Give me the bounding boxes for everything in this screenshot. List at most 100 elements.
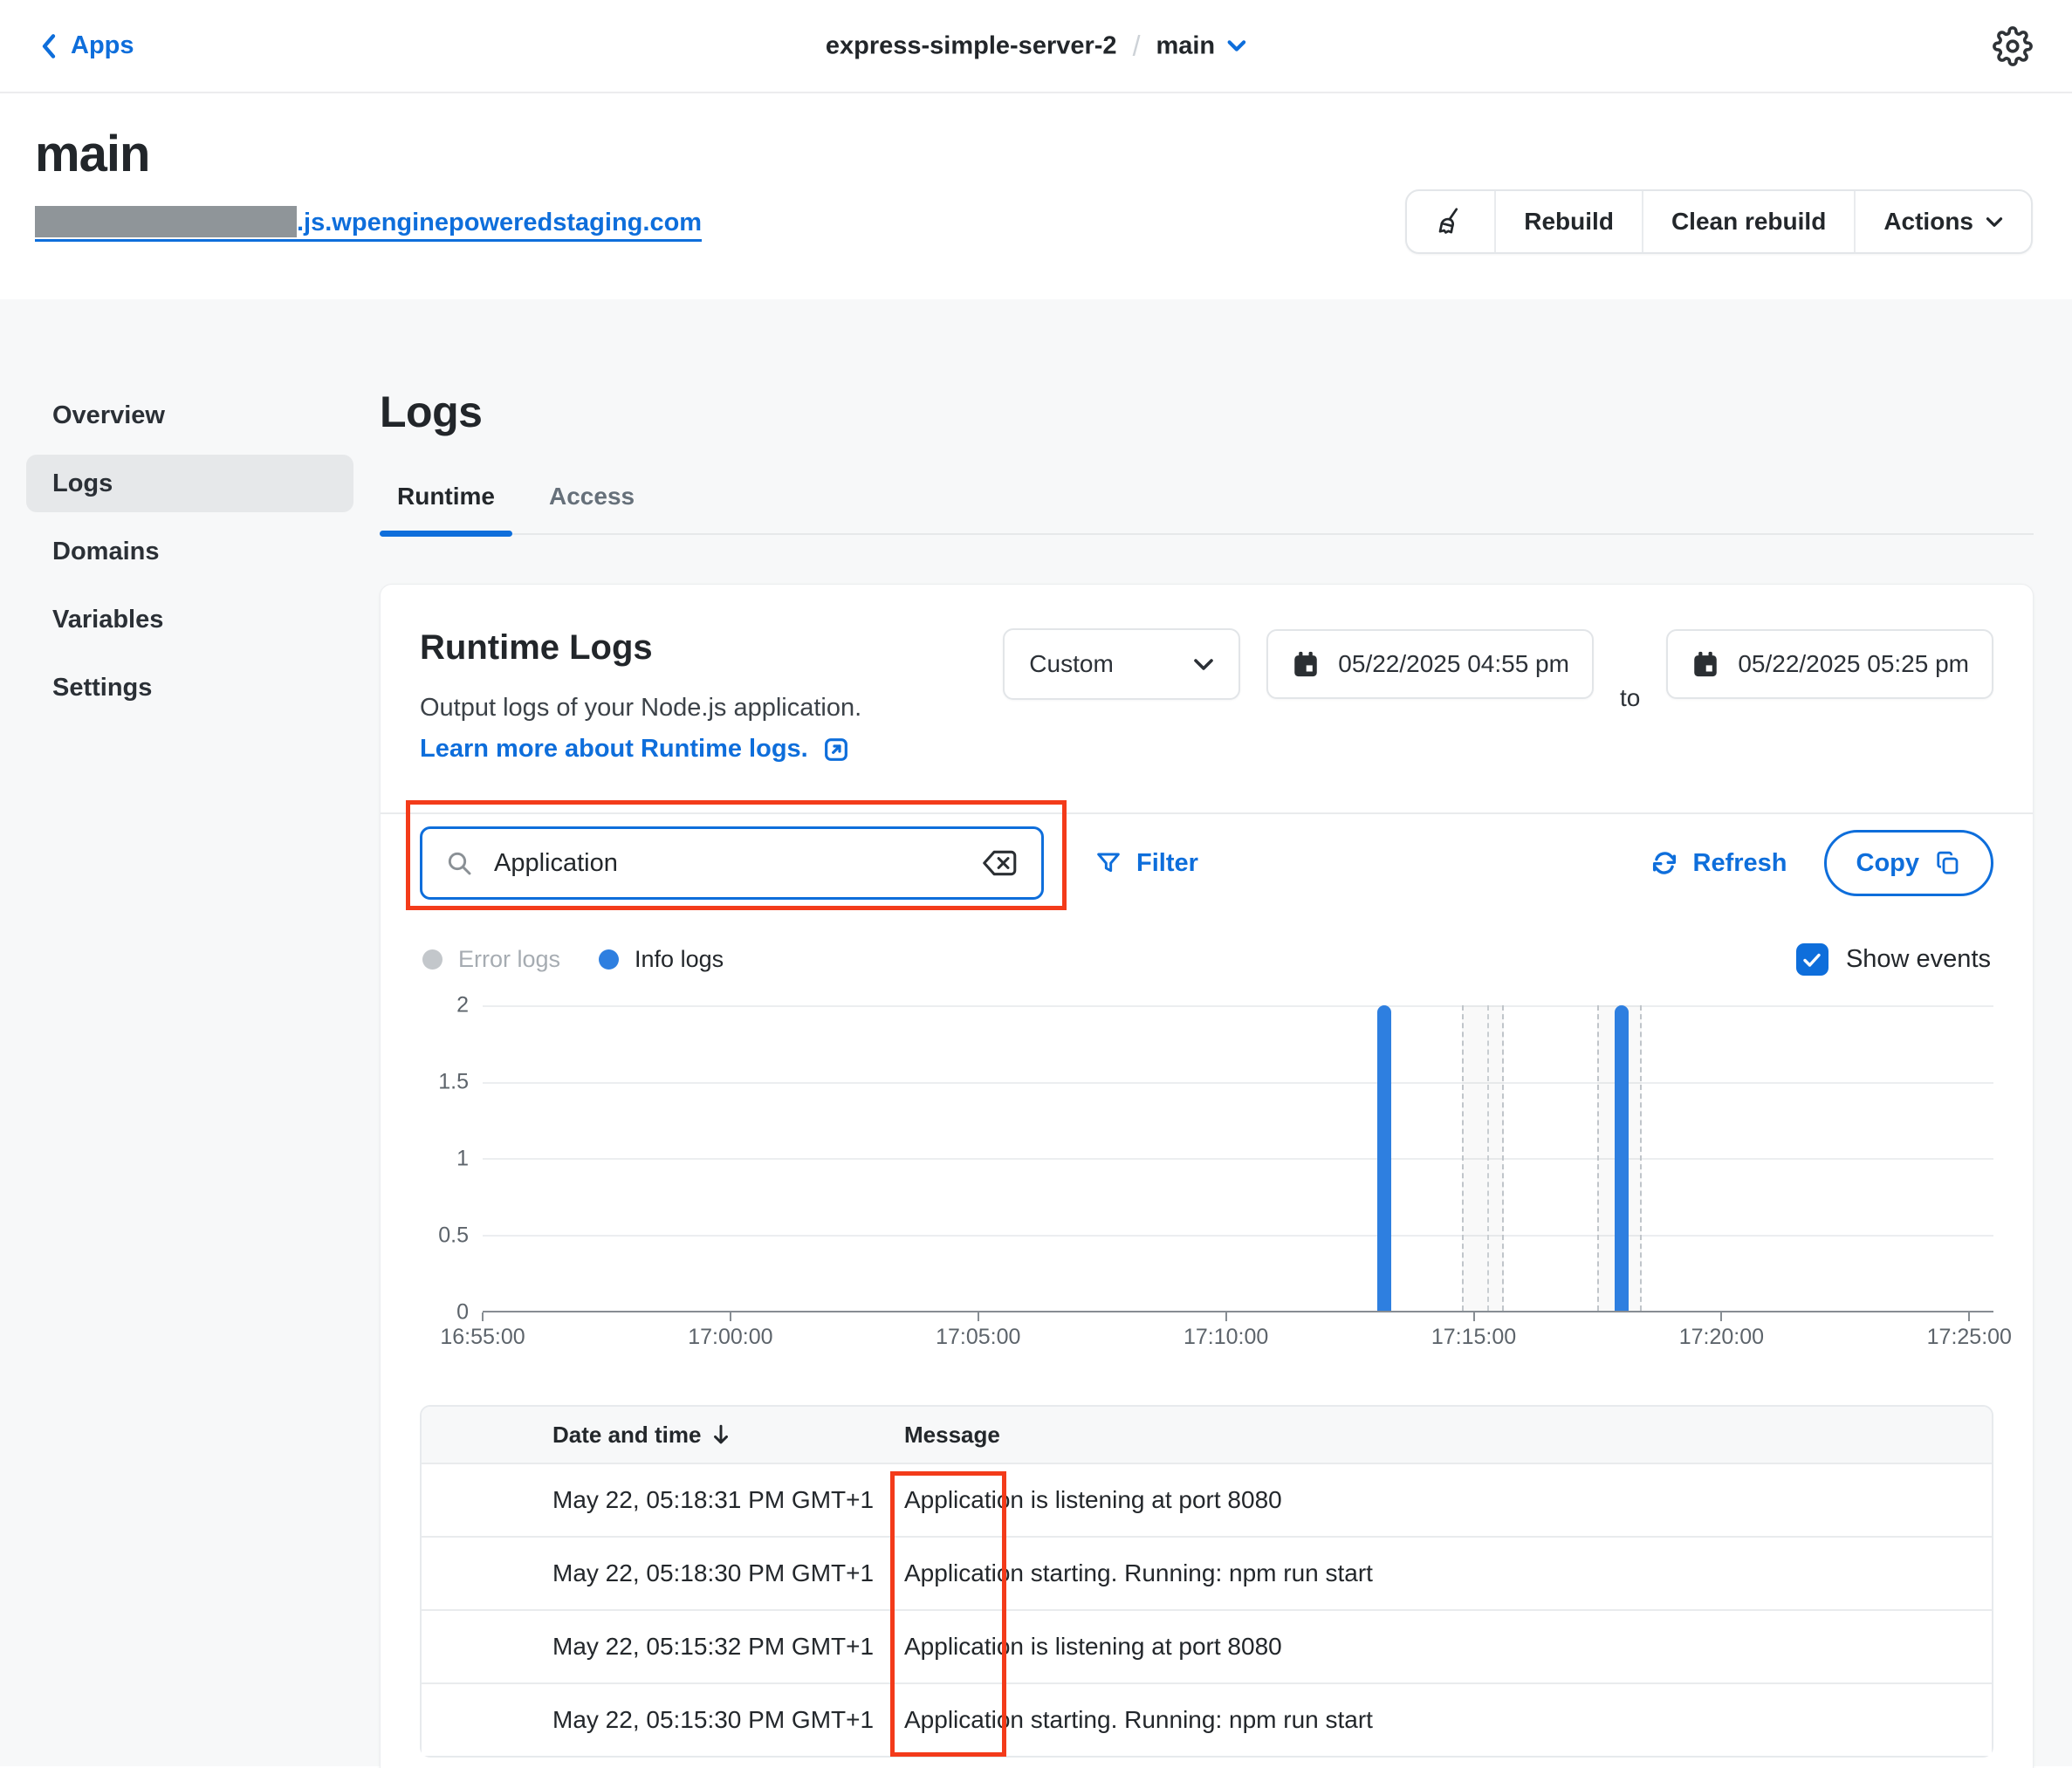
sidebar-item-variables[interactable]: Variables (26, 591, 353, 648)
x-tick-label: 17:00:00 (688, 1325, 772, 1350)
range-to-input[interactable]: 05/22/2025 05:25 pm (1666, 629, 1993, 699)
refresh-icon (1650, 848, 1679, 878)
log-message: Application starting. Running: npm run s… (904, 1706, 1992, 1734)
environment-actions-group: Rebuild Clean rebuild Actions (1405, 189, 2033, 254)
show-events-label: Show events (1846, 945, 1991, 974)
page-header: main .js.wpenginepoweredstaging.com Rebu… (0, 93, 2072, 299)
log-volume-chart: 2 1.5 1 0.5 0 16:55:0017:00:0017:05:0017… (381, 1005, 2033, 1354)
breadcrumb-separator: / (1133, 30, 1141, 62)
external-link-icon (822, 736, 850, 764)
runtime-logs-card: Runtime Logs Output logs of your Node.js… (380, 584, 2034, 1768)
rebuild-label: Rebuild (1524, 208, 1614, 236)
gridline (483, 1005, 1993, 1007)
tab-runtime[interactable]: Runtime (397, 483, 495, 533)
x-tick-label: 17:15:00 (1431, 1325, 1516, 1350)
table-row: May 22, 05:15:32 PM GMT+1 Application is… (422, 1609, 1992, 1682)
copy-button[interactable]: Copy (1824, 830, 1994, 896)
environment-switcher[interactable]: main (1156, 31, 1246, 60)
x-tick-mark (1473, 1312, 1475, 1321)
sidebar-item-label: Settings (52, 674, 152, 702)
filter-button[interactable]: Filter (1094, 849, 1198, 878)
sidebar-item-domains[interactable]: Domains (26, 523, 353, 580)
chart-bar (1615, 1005, 1629, 1311)
range-preset-select[interactable]: Custom (1003, 628, 1240, 700)
x-tick-mark (482, 1312, 484, 1321)
learn-more-label: Learn more about Runtime logs. (420, 735, 808, 764)
checkbox-checked-icon (1796, 943, 1828, 976)
tab-label: Runtime (397, 483, 495, 510)
sidebar-item-overview[interactable]: Overview (26, 387, 353, 444)
event-band (1462, 1005, 1504, 1311)
legend-info-logs[interactable]: Info logs (599, 946, 724, 973)
topbar: Apps express-simple-server-2 / main (0, 0, 2072, 93)
column-date-and-time[interactable]: Date and time (422, 1422, 904, 1449)
filter-funnel-icon (1094, 849, 1122, 877)
x-tick-mark (978, 1312, 979, 1321)
content-area: Overview Logs Domains Variables Settings… (0, 299, 2072, 1766)
actions-label: Actions (1883, 208, 1973, 236)
log-datetime: May 22, 05:18:31 PM GMT+1 (422, 1486, 904, 1514)
x-tick-mark (1968, 1312, 1970, 1321)
log-datetime: May 22, 05:18:30 PM GMT+1 (422, 1559, 904, 1587)
gridline (483, 1158, 1993, 1160)
refresh-label: Refresh (1693, 849, 1787, 878)
sort-desc-icon (710, 1423, 731, 1446)
table-row: May 22, 05:15:30 PM GMT+1 Application st… (422, 1682, 1992, 1756)
date-column-label: Date and time (552, 1422, 702, 1448)
card-header: Runtime Logs Output logs of your Node.js… (381, 585, 2033, 812)
range-preset-value: Custom (1029, 650, 1113, 678)
search-input[interactable] (494, 849, 959, 878)
gridline (483, 1082, 1993, 1084)
legend-error-logs[interactable]: Error logs (422, 946, 560, 973)
search-icon (445, 849, 473, 877)
x-tick-mark (1225, 1312, 1227, 1321)
event-line (1487, 1005, 1489, 1311)
clean-rebuild-button[interactable]: Clean rebuild (1642, 191, 1854, 252)
gridline (483, 1235, 1993, 1237)
log-table: Date and time Message May 22, 05:18:31 P… (420, 1405, 1993, 1758)
y-tick-label: 2 (456, 993, 469, 1018)
environment-url-link[interactable]: .js.wpenginepoweredstaging.com (35, 206, 702, 242)
tab-access[interactable]: Access (549, 483, 635, 533)
show-events-checkbox[interactable]: Show events (1796, 943, 1991, 976)
x-tick-mark (730, 1312, 731, 1321)
y-tick-label: 1 (456, 1147, 469, 1172)
breadcrumb-env-name: main (1156, 31, 1215, 60)
refresh-button[interactable]: Refresh (1650, 848, 1787, 878)
x-tick-mark (1720, 1312, 1722, 1321)
chart-legend-row: Error logs Info logs Show events (381, 943, 2033, 976)
range-to-label: to (1620, 684, 1640, 712)
sidebar-item-settings[interactable]: Settings (26, 659, 353, 716)
actions-dropdown-button[interactable]: Actions (1854, 191, 2031, 252)
runtime-logs-description: Output logs of your Node.js application. (420, 694, 861, 723)
search-wrap (420, 826, 1044, 900)
chart-bar (1377, 1005, 1391, 1311)
info-dot-icon (599, 949, 619, 970)
logs-page-title: Logs (380, 387, 2034, 437)
rebuild-button[interactable]: Rebuild (1494, 191, 1642, 252)
back-label: Apps (71, 31, 134, 60)
learn-more-link[interactable]: Learn more about Runtime logs. (420, 735, 861, 764)
breadcrumb-app-name: express-simple-server-2 (826, 31, 1117, 60)
redacted-url-block (35, 206, 297, 237)
sidebar-item-label: Variables (52, 606, 163, 634)
clean-cache-button[interactable] (1407, 191, 1494, 252)
table-row: May 22, 05:18:30 PM GMT+1 Application st… (422, 1536, 1992, 1609)
settings-gear-icon[interactable] (1993, 26, 2033, 66)
logs-tabs: Runtime Access (380, 483, 2034, 535)
search-box (420, 826, 1044, 900)
chevron-left-icon (39, 33, 58, 59)
breadcrumb: express-simple-server-2 / main (826, 30, 1246, 62)
y-tick-label: 0.5 (438, 1223, 469, 1249)
back-to-apps-link[interactable]: Apps (39, 31, 134, 60)
range-from-input[interactable]: 05/22/2025 04:55 pm (1266, 629, 1594, 699)
clean-rebuild-label: Clean rebuild (1671, 208, 1826, 236)
calendar-icon (1691, 649, 1720, 679)
copy-label: Copy (1856, 849, 1920, 878)
chart-x-axis: 16:55:0017:00:0017:05:0017:10:0017:15:00… (483, 1314, 1993, 1354)
sidebar-item-logs[interactable]: Logs (26, 455, 353, 512)
x-tick-label: 17:20:00 (1679, 1325, 1764, 1350)
broom-icon (1435, 206, 1466, 237)
clear-search-icon[interactable] (980, 847, 1019, 879)
log-message: Application is listening at port 8080 (904, 1633, 1992, 1661)
